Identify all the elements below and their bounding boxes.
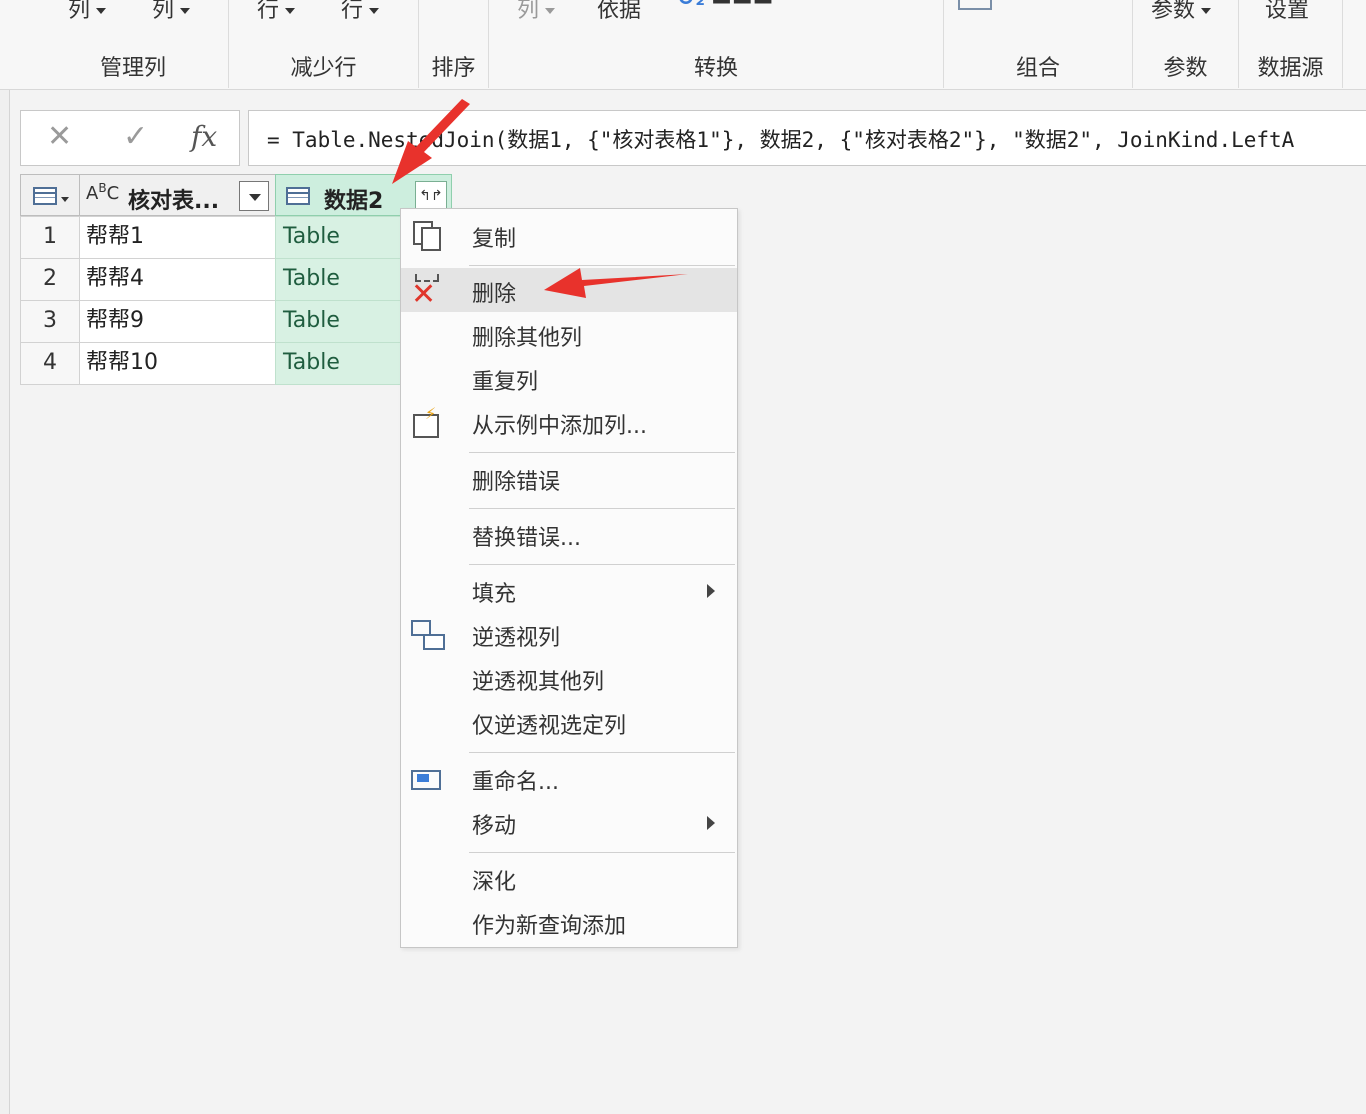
table-cell[interactable]: 帮帮10 xyxy=(79,342,276,385)
menu-item-label: 复制 xyxy=(472,227,517,252)
check-icon[interactable]: ✓ xyxy=(123,119,148,154)
row-number[interactable]: 3 xyxy=(20,300,80,343)
menu-item-label: 重复列 xyxy=(472,370,539,395)
menu-item-label: 删除其他列 xyxy=(472,326,583,351)
menu-item-fill[interactable]: 填充 xyxy=(401,568,737,612)
table-cell[interactable]: 帮帮1 xyxy=(79,216,276,259)
flash-fill-icon xyxy=(411,404,441,438)
menu-item-unpivot-columns[interactable]: 逆透视列 xyxy=(401,612,737,656)
ribbon-group-transform: 列 依据 ↺₂▬▬▬ 转换 xyxy=(489,0,944,88)
row-number[interactable]: 4 xyxy=(20,342,80,385)
table-cell[interactable]: 帮帮9 xyxy=(79,300,276,343)
menu-item-label: 逆透视其他列 xyxy=(472,670,605,695)
menu-item-label: 删除 xyxy=(472,282,517,307)
split-column-button[interactable]: 列 xyxy=(517,0,556,24)
menu-divider xyxy=(469,564,735,565)
remove-rows-button[interactable]: 行 xyxy=(341,0,380,24)
ribbon-group-combine: 组合 xyxy=(944,0,1133,88)
column-header-label: 数据2 xyxy=(324,189,384,214)
ribbon-group-data-source: 设置 数据源 xyxy=(1239,0,1343,88)
table-menu-button[interactable] xyxy=(20,174,80,216)
row-number[interactable]: 1 xyxy=(20,216,80,259)
menu-item-drill-down[interactable]: 深化 xyxy=(401,856,737,900)
combine-icon[interactable] xyxy=(958,0,992,10)
ribbon-group-parameters: 参数 参数 xyxy=(1133,0,1239,88)
menu-item-unpivot-only-selected[interactable]: 仅逆透视选定列 xyxy=(401,700,737,744)
queries-pane-edge[interactable] xyxy=(0,90,10,1114)
ribbon-group-title: 数据源 xyxy=(1257,56,1324,81)
menu-item-add-column-from-examples[interactable]: 从示例中添加列... xyxy=(401,400,737,444)
data-source-settings-button[interactable]: 设置 xyxy=(1265,0,1309,24)
menu-item-label: 替换错误... xyxy=(472,526,581,551)
keep-rows-button[interactable]: 行 xyxy=(257,0,296,24)
menu-item-label: 作为新查询添加 xyxy=(472,914,627,939)
column-context-menu: 复制 ✕ 删除 删除其他列 重复列 从示例中添加列... 删除错误 替换错误..… xyxy=(400,208,738,948)
ribbon-group-title: 组合 xyxy=(1015,56,1060,81)
menu-item-label: 填充 xyxy=(472,582,517,607)
row-number[interactable]: 2 xyxy=(20,258,80,301)
ribbon-group-sort: 排序 xyxy=(419,0,489,88)
menu-divider xyxy=(469,852,735,853)
text-type-icon[interactable]: ABC xyxy=(86,181,119,204)
formula-text[interactable]: = Table.NestedJoin(数据1, {"核对表格1"}, 数据2, … xyxy=(267,124,1294,154)
menu-item-unpivot-other-columns[interactable]: 逆透视其他列 xyxy=(401,656,737,700)
menu-divider xyxy=(469,752,735,753)
delete-icon: ✕ xyxy=(411,274,441,310)
fx-icon[interactable]: fx xyxy=(191,120,217,153)
formula-bar-controls: ✕ ✓ fx xyxy=(20,110,240,166)
menu-item-replace-errors[interactable]: 替换错误... xyxy=(401,512,737,556)
choose-columns-button[interactable]: 列 xyxy=(68,0,107,24)
menu-divider xyxy=(469,508,735,509)
table-type-icon xyxy=(286,187,310,205)
replace-values-icon[interactable]: ↺₂▬▬▬ xyxy=(677,0,773,11)
ribbon-group-title: 参数 xyxy=(1163,56,1208,81)
menu-item-label: 深化 xyxy=(472,870,517,895)
formula-input[interactable]: = Table.NestedJoin(数据1, {"核对表格1"}, 数据2, … xyxy=(248,110,1366,166)
menu-item-copy[interactable]: 复制 xyxy=(401,213,737,257)
filter-dropdown-icon[interactable] xyxy=(239,181,269,211)
ribbon-group-title: 管理列 xyxy=(99,56,166,81)
menu-item-label: 逆透视列 xyxy=(472,626,561,651)
close-icon[interactable]: ✕ xyxy=(47,119,72,154)
menu-item-remove-other-columns[interactable]: 删除其他列 xyxy=(401,312,737,356)
menu-item-remove[interactable]: ✕ 删除 xyxy=(401,268,737,312)
menu-item-label: 从示例中添加列... xyxy=(472,414,647,439)
menu-item-remove-errors[interactable]: 删除错误 xyxy=(401,456,737,500)
chevron-down-icon xyxy=(61,197,69,202)
table-icon xyxy=(33,187,57,205)
menu-item-add-as-new-query[interactable]: 作为新查询添加 xyxy=(401,900,737,944)
ribbon-group-title: 减少行 xyxy=(290,56,357,81)
unpivot-icon xyxy=(411,620,445,650)
chevron-right-icon xyxy=(707,584,715,598)
menu-divider xyxy=(469,452,735,453)
ribbon-group-title: 排序 xyxy=(431,56,476,81)
ribbon-group-reduce-rows: 行 行 减少行 xyxy=(229,0,419,88)
remove-columns-button[interactable]: 列 xyxy=(152,0,191,24)
ribbon-group-manage-columns: 列 列 管理列 xyxy=(38,0,229,88)
menu-item-label: 移动 xyxy=(472,814,517,839)
group-by-button[interactable]: 依据 xyxy=(597,0,641,24)
copy-icon xyxy=(411,221,441,251)
chevron-right-icon xyxy=(707,816,715,830)
menu-item-duplicate-column[interactable]: 重复列 xyxy=(401,356,737,400)
column-header-label: 核对表... xyxy=(128,189,220,214)
menu-item-rename[interactable]: 重命名... xyxy=(401,756,737,800)
menu-item-label: 重命名... xyxy=(472,770,559,795)
menu-item-move[interactable]: 移动 xyxy=(401,800,737,844)
column-header-check-table[interactable]: ABC 核对表... xyxy=(79,174,276,216)
manage-parameters-button[interactable]: 参数 xyxy=(1151,0,1212,24)
ribbon-group-title: 转换 xyxy=(693,56,738,81)
ribbon: 列 列 管理列 行 行 减少行 排序 列 依据 ↺₂▬▬▬ 转换 组合 参数 参… xyxy=(0,0,1366,90)
table-cell[interactable]: 帮帮4 xyxy=(79,258,276,301)
menu-item-label: 仅逆透视选定列 xyxy=(472,714,627,739)
menu-divider xyxy=(469,265,735,266)
rename-icon xyxy=(411,764,441,792)
menu-item-label: 删除错误 xyxy=(472,470,561,495)
expand-column-icon[interactable]: ↰↱ xyxy=(415,181,447,211)
